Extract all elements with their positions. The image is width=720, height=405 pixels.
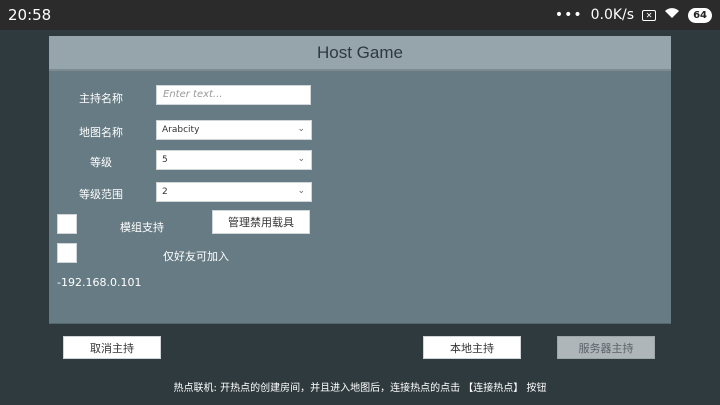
- no-sim-icon: ✕: [642, 9, 657, 21]
- friends-only-checkbox[interactable]: [57, 243, 77, 263]
- cancel-host-button[interactable]: 取消主持: [63, 336, 161, 359]
- status-bar: 20:58 ••• 0.0K/s ✕ 64: [0, 0, 720, 30]
- level-label: 等级: [90, 156, 112, 169]
- host-game-dialog: Host Game 主持名称 Enter text... 地图名称 Arabci…: [49, 36, 671, 367]
- level-select[interactable]: 5 ⌄: [156, 150, 312, 170]
- battery-icon: 64: [688, 7, 712, 23]
- chevron-down-icon: ⌄: [297, 124, 305, 134]
- status-icons: ••• 0.0K/s ✕ 64: [555, 7, 712, 23]
- friends-only-label: 仅好友可加入: [163, 250, 229, 263]
- level-range-select-value: 2: [162, 187, 168, 197]
- map-select-value: Arabcity: [162, 125, 200, 135]
- more-notifications-icon: •••: [554, 7, 583, 23]
- dialog-footer: 取消主持 本地主持 服务器主持: [49, 323, 671, 367]
- host-name-input[interactable]: Enter text...: [156, 85, 311, 105]
- level-range-label: 等级范围: [79, 188, 123, 201]
- mod-support-label: 模组支持: [120, 221, 164, 234]
- manage-banned-vehicles-button[interactable]: 管理禁用载具: [212, 210, 310, 234]
- dialog-title: Host Game: [49, 36, 671, 71]
- ip-address: -192.168.0.101: [57, 276, 142, 289]
- level-select-value: 5: [162, 155, 168, 165]
- chevron-down-icon: ⌄: [297, 154, 305, 164]
- network-speed: 0.0K/s: [590, 7, 635, 23]
- chevron-down-icon: ⌄: [297, 186, 305, 196]
- hotspot-hint: 热点联机: 开热点的创建房间，并且进入地图后，连接热点的点击 【连接热点】 按钮: [173, 383, 547, 394]
- status-time: 20:58: [8, 6, 52, 24]
- mod-support-checkbox[interactable]: [57, 214, 77, 234]
- host-name-label: 主持名称: [79, 92, 123, 105]
- map-label: 地图名称: [79, 126, 123, 139]
- server-host-button[interactable]: 服务器主持: [557, 336, 655, 359]
- level-range-select[interactable]: 2 ⌄: [156, 182, 312, 202]
- map-select[interactable]: Arabcity ⌄: [156, 120, 312, 140]
- local-host-button[interactable]: 本地主持: [423, 336, 521, 359]
- wifi-icon: [664, 7, 680, 23]
